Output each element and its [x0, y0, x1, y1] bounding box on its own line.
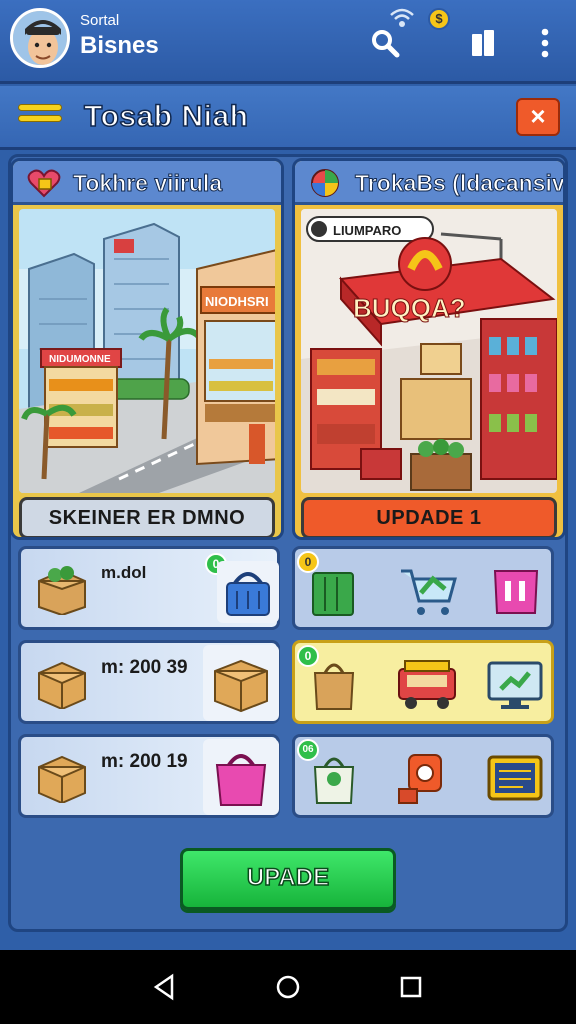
- store-card-2[interactable]: TrokaBs (ldacansive) LIUMPARO BUQQA? UPD…: [292, 158, 566, 540]
- card-footer-label: SKEINER ER DMNO: [48, 507, 246, 529]
- back-icon[interactable]: [150, 972, 180, 1002]
- fruit-ball-icon: [309, 167, 343, 199]
- upgrade-tile-2[interactable]: m: 200 39: [18, 640, 280, 724]
- system-nav-bar: [0, 950, 576, 1024]
- store-sign: NIODHSRI: [205, 294, 269, 309]
- tile-text: m: 200 39: [101, 657, 188, 678]
- close-button[interactable]: ×: [516, 98, 560, 136]
- stall-sign: NIDUMONNE: [49, 354, 111, 365]
- booth-sign: LIUMPARO: [333, 223, 401, 238]
- heart-gift-icon: [27, 167, 61, 199]
- shopping-cart-icon: [399, 563, 459, 624]
- coin-badge: $: [428, 8, 450, 30]
- paper-bag-icon: [309, 655, 359, 718]
- screen-title: Tosab Niah: [83, 99, 249, 134]
- item-tile-1[interactable]: 0: [292, 546, 554, 630]
- card-footer-bar[interactable]: UPDADE 1: [301, 497, 557, 537]
- search-icon[interactable]: [368, 26, 402, 60]
- box-icon: [35, 751, 89, 808]
- pink-bag-icon: [203, 739, 279, 815]
- home-icon[interactable]: [273, 972, 303, 1002]
- recents-icon[interactable]: [396, 972, 426, 1002]
- basket-icon: [217, 561, 279, 623]
- card-footer-label: UPDADE 1: [376, 507, 482, 529]
- monitor-icon: [485, 659, 545, 716]
- gold-card-icon: [485, 751, 545, 810]
- item-tile-3[interactable]: 06: [292, 734, 554, 818]
- update-button[interactable]: UPADE: [180, 848, 396, 910]
- box-icon: [35, 657, 89, 714]
- card-footer-bar[interactable]: SKEINER ER DMNO: [19, 497, 275, 537]
- city-store-scene: NIDUMONNE NIODHSRI: [19, 209, 275, 493]
- tile-text: m.dol: [101, 563, 147, 582]
- crate-icon: [35, 563, 89, 620]
- grocery-bag-icon: [309, 749, 359, 812]
- item-tile-2[interactable]: 0: [292, 640, 554, 724]
- store-card-1[interactable]: Tokhre viirula NIDUMONNE NIODHSRI SKEINE…: [10, 158, 284, 540]
- avatar[interactable]: [10, 8, 70, 68]
- app-bar: Sortal Bisnes $: [0, 0, 576, 84]
- card-header: Tokhre viirula: [13, 161, 281, 205]
- card-header: TrokaBs (ldacansive): [295, 161, 563, 205]
- upgrade-tile-3[interactable]: m: 200 19 0: [18, 734, 280, 818]
- upgrade-tile-1[interactable]: m.dol 0: [18, 546, 280, 630]
- card-title: Tokhre viirula: [72, 170, 223, 197]
- food-truck-icon: [395, 657, 459, 716]
- market-booth-scene: LIUMPARO BUQQA?: [301, 209, 557, 493]
- booth-banner: BUQQA?: [353, 293, 466, 323]
- pink-bag-icon: [489, 561, 543, 622]
- app-subtitle: Sortal: [80, 12, 120, 29]
- menu-icon[interactable]: [18, 104, 62, 134]
- more-icon[interactable]: [528, 26, 562, 60]
- update-button-label: UPADE: [246, 863, 330, 892]
- card-title: TrokaBs (ldacansive): [354, 170, 566, 197]
- tile-text: m: 200 19: [101, 751, 188, 772]
- screen-header: Tosab Niah: [0, 86, 576, 150]
- app-title: Bisnes: [80, 32, 159, 59]
- green-crate-icon: [309, 563, 357, 622]
- robot-icon: [395, 747, 451, 812]
- box-icon: [203, 645, 279, 721]
- cards-icon[interactable]: [466, 26, 500, 60]
